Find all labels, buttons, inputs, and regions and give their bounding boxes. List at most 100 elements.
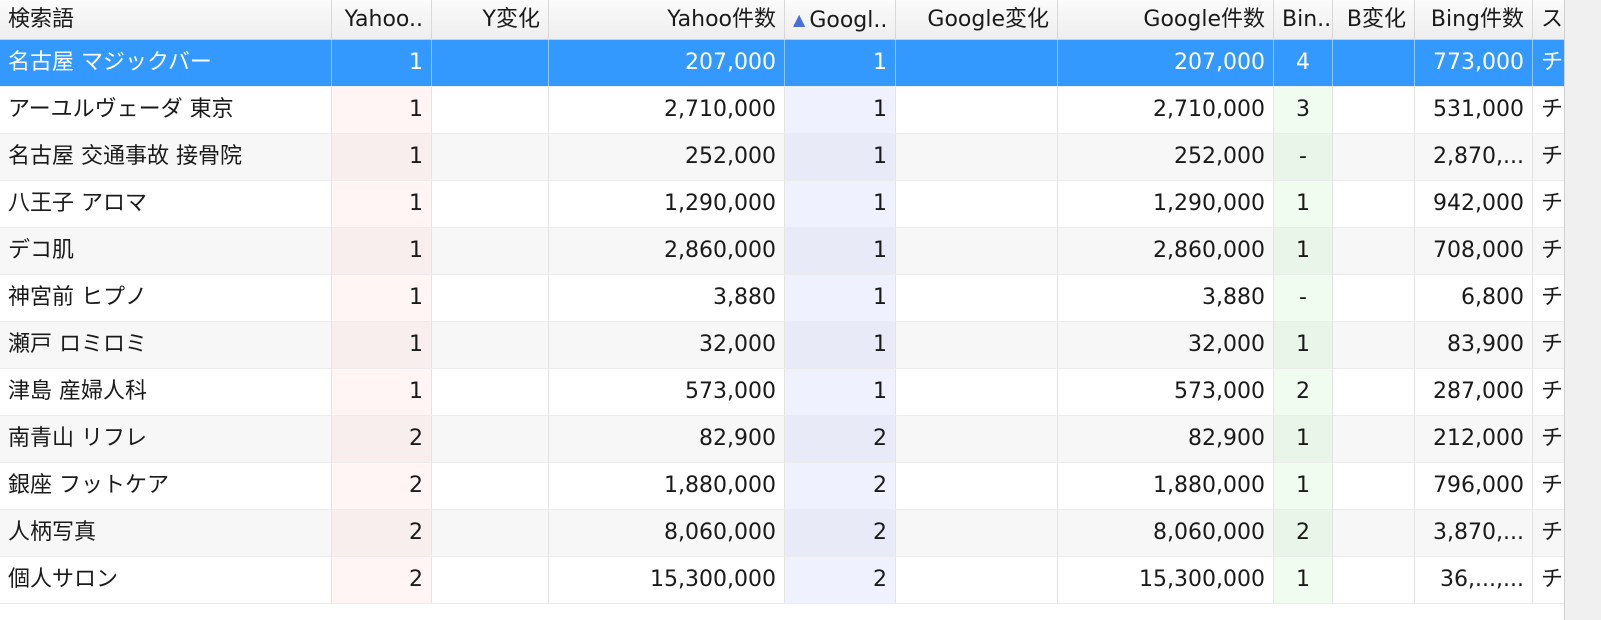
table-body: 名古屋 マジックバー 1 207,000 1 207,000 4 773,000 チアーユルヴ… bbox=[0, 40, 1601, 604]
cell-yahoo-count: 1,880,000 bbox=[549, 463, 785, 509]
cell-bing-rank: 1 bbox=[1274, 181, 1333, 227]
cell-bing-count: 773,000 bbox=[1415, 40, 1533, 86]
cell-bing-count: 6,800 bbox=[1415, 275, 1533, 321]
cell-yahoo-count: 252,000 bbox=[549, 134, 785, 180]
column-header-bing-rank[interactable]: Bin.. bbox=[1274, 0, 1333, 40]
cell-bing-rank: 1 bbox=[1274, 557, 1333, 603]
cell-term: 瀬戸 ロミロミ bbox=[0, 322, 332, 368]
cell-bing-change bbox=[1333, 557, 1415, 603]
cell-yahoo-count: 3,880 bbox=[549, 275, 785, 321]
cell-yahoo-count: 2,710,000 bbox=[549, 87, 785, 133]
table-row[interactable]: アーユルヴェーダ 東京 1 2,710,000 1 2,710,000 3 531,000 チ bbox=[0, 87, 1601, 134]
cell-bing-rank: 1 bbox=[1274, 463, 1333, 509]
cell-bing-change bbox=[1333, 510, 1415, 556]
cell-google-count: 2,710,000 bbox=[1058, 87, 1274, 133]
cell-google-change bbox=[896, 181, 1058, 227]
cell-google-change bbox=[896, 510, 1058, 556]
table-row[interactable]: 個人サロン 2 15,300,000 2 15,300,000 1 36,...,... チ bbox=[0, 557, 1601, 604]
cell-bing-count: 942,000 bbox=[1415, 181, 1533, 227]
cell-term: 人柄写真 bbox=[0, 510, 332, 556]
cell-google-rank: 2 bbox=[785, 510, 896, 556]
cell-yahoo-change bbox=[432, 322, 549, 368]
table-row[interactable]: 名古屋 交通事故 接骨院 1 252,000 1 252,000-2,870,... チ bbox=[0, 134, 1601, 181]
cell-term: アーユルヴェーダ 東京 bbox=[0, 87, 332, 133]
cell-google-change bbox=[896, 463, 1058, 509]
cell-bing-count: 83,900 bbox=[1415, 322, 1533, 368]
cell-status: チ bbox=[1533, 228, 1565, 274]
cell-yahoo-change bbox=[432, 463, 549, 509]
cell-bing-count: 531,000 bbox=[1415, 87, 1533, 133]
table-row[interactable]: 銀座 フットケア 2 1,880,000 2 1,880,000 1 796,000 チ bbox=[0, 463, 1601, 510]
column-header-yahoo-change[interactable]: Y変化 bbox=[432, 0, 549, 40]
cell-term: 南青山 リフレ bbox=[0, 416, 332, 462]
table-row[interactable]: 人柄写真 2 8,060,000 2 8,060,000 2 3,870,... チ bbox=[0, 510, 1601, 557]
cell-google-count: 207,000 bbox=[1058, 40, 1274, 86]
cell-google-rank: 1 bbox=[785, 40, 896, 86]
table-row[interactable]: デコ肌 1 2,860,000 1 2,860,000 1 708,000 チ bbox=[0, 228, 1601, 275]
cell-term: 津島 産婦人科 bbox=[0, 369, 332, 415]
cell-bing-count: 796,000 bbox=[1415, 463, 1533, 509]
cell-google-count: 1,290,000 bbox=[1058, 181, 1274, 227]
cell-google-change bbox=[896, 134, 1058, 180]
cell-yahoo-change bbox=[432, 134, 549, 180]
cell-yahoo-rank: 1 bbox=[332, 181, 432, 227]
cell-yahoo-count: 2,860,000 bbox=[549, 228, 785, 274]
cell-google-rank: 1 bbox=[785, 228, 896, 274]
cell-bing-change bbox=[1333, 87, 1415, 133]
cell-yahoo-change bbox=[432, 275, 549, 321]
column-header-status[interactable]: ス bbox=[1533, 0, 1565, 40]
cell-bing-rank: 1 bbox=[1274, 228, 1333, 274]
cell-yahoo-change bbox=[432, 510, 549, 556]
cell-google-change bbox=[896, 369, 1058, 415]
table-row[interactable]: 神宮前 ヒプノ 1 3,880 1 3,880-6,800 チ bbox=[0, 275, 1601, 322]
cell-yahoo-rank: 1 bbox=[332, 275, 432, 321]
column-header-term[interactable]: 検索語 bbox=[0, 0, 332, 40]
cell-google-change bbox=[896, 275, 1058, 321]
table-row[interactable]: 南青山 リフレ 2 82,900 2 82,900 1 212,000 チ bbox=[0, 416, 1601, 463]
column-header-bing-count[interactable]: Bing件数 bbox=[1415, 0, 1533, 40]
column-header-bing-change[interactable]: B変化 bbox=[1333, 0, 1415, 40]
cell-term: 名古屋 マジックバー bbox=[0, 40, 332, 86]
cell-yahoo-change bbox=[432, 557, 549, 603]
column-header-google-count[interactable]: Google件数 bbox=[1058, 0, 1274, 40]
cell-bing-count: 287,000 bbox=[1415, 369, 1533, 415]
cell-bing-rank: - bbox=[1274, 275, 1333, 321]
table-row[interactable]: 名古屋 マジックバー 1 207,000 1 207,000 4 773,000 チ bbox=[0, 40, 1601, 87]
cell-term: 名古屋 交通事故 接骨院 bbox=[0, 134, 332, 180]
cell-google-change bbox=[896, 228, 1058, 274]
cell-term: 個人サロン bbox=[0, 557, 332, 603]
cell-google-count: 32,000 bbox=[1058, 322, 1274, 368]
vertical-scrollbar[interactable] bbox=[1564, 0, 1601, 620]
table-row[interactable]: 津島 産婦人科 1 573,000 1 573,000 2 287,000 チ bbox=[0, 369, 1601, 416]
cell-google-rank: 2 bbox=[785, 463, 896, 509]
cell-bing-rank: 3 bbox=[1274, 87, 1333, 133]
column-header-google-rank[interactable]: ▲ Googl.. bbox=[785, 0, 896, 40]
cell-yahoo-change bbox=[432, 87, 549, 133]
cell-yahoo-rank: 1 bbox=[332, 322, 432, 368]
cell-yahoo-change bbox=[432, 228, 549, 274]
cell-yahoo-change bbox=[432, 181, 549, 227]
cell-google-change bbox=[896, 322, 1058, 368]
cell-yahoo-change bbox=[432, 416, 549, 462]
column-header-yahoo-rank[interactable]: Yahoo.. bbox=[332, 0, 432, 40]
cell-google-change bbox=[896, 87, 1058, 133]
table-row[interactable]: 瀬戸 ロミロミ 1 32,000 1 32,000 1 83,900 チ bbox=[0, 322, 1601, 369]
cell-google-rank: 1 bbox=[785, 369, 896, 415]
cell-google-rank: 1 bbox=[785, 275, 896, 321]
cell-yahoo-count: 82,900 bbox=[549, 416, 785, 462]
cell-bing-change bbox=[1333, 369, 1415, 415]
cell-bing-rank: 1 bbox=[1274, 322, 1333, 368]
table-row[interactable]: 八王子 アロマ 1 1,290,000 1 1,290,000 1 942,000 チ bbox=[0, 181, 1601, 228]
column-header-yahoo-count[interactable]: Yahoo件数 bbox=[549, 0, 785, 40]
cell-yahoo-rank: 2 bbox=[332, 463, 432, 509]
cell-term: 銀座 フットケア bbox=[0, 463, 332, 509]
cell-yahoo-count: 32,000 bbox=[549, 322, 785, 368]
cell-yahoo-rank: 1 bbox=[332, 40, 432, 86]
cell-google-count: 82,900 bbox=[1058, 416, 1274, 462]
cell-status: チ bbox=[1533, 463, 1565, 509]
ranking-table: 検索語 Yahoo.. Y変化 Yahoo件数 ▲ Googl.. Google変… bbox=[0, 0, 1601, 620]
cell-status: チ bbox=[1533, 369, 1565, 415]
cell-google-count: 2,860,000 bbox=[1058, 228, 1274, 274]
column-header-google-change[interactable]: Google変化 bbox=[896, 0, 1058, 40]
cell-term: デコ肌 bbox=[0, 228, 332, 274]
